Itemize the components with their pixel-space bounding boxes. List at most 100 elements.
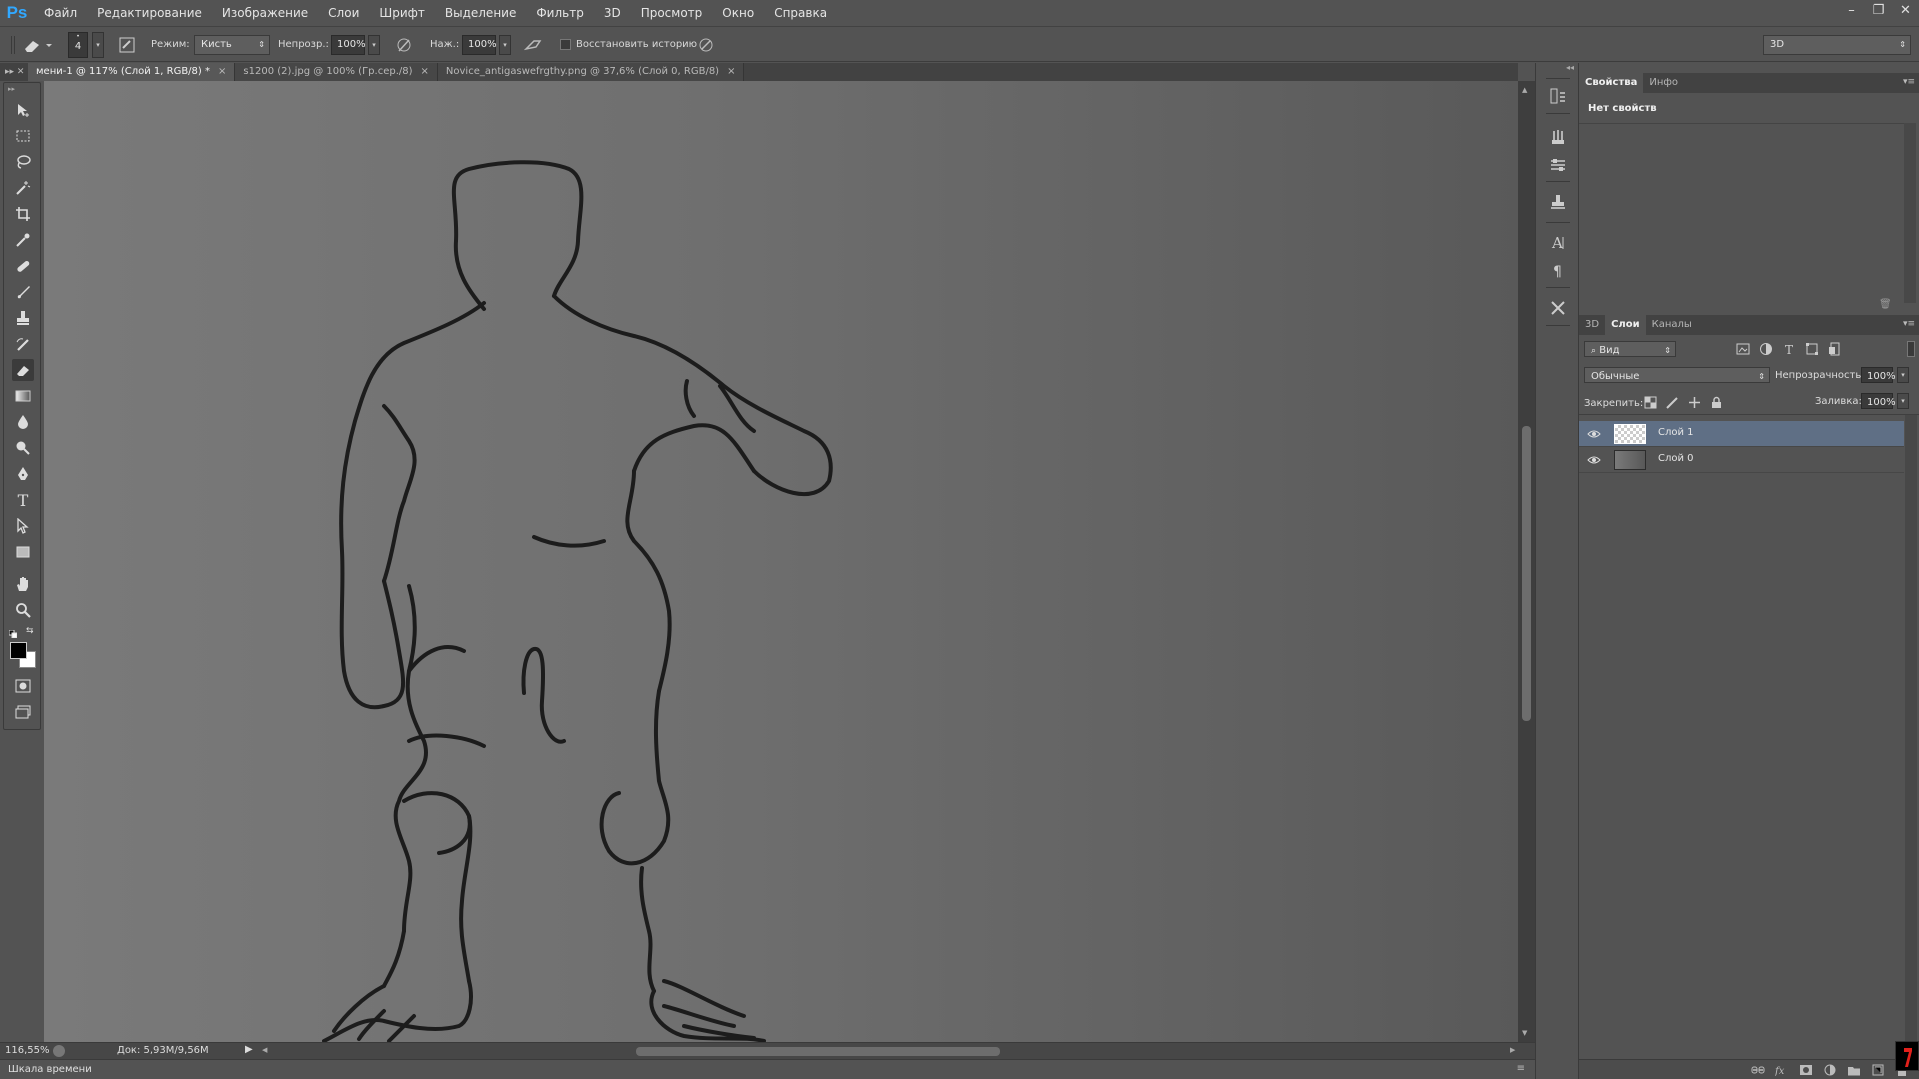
opacity-dropdown[interactable]: ▾: [368, 35, 380, 55]
close-icon[interactable]: ×: [218, 66, 226, 77]
workspace-select[interactable]: 3D ⇕: [1763, 35, 1911, 55]
dodge-tool[interactable]: [12, 437, 34, 459]
blend-mode-select[interactable]: Обычные ⇕: [1584, 367, 1770, 383]
brush-panel-button[interactable]: [1547, 154, 1569, 176]
magic-wand-tool[interactable]: [12, 177, 34, 199]
restore-button[interactable]: ❐: [1865, 0, 1892, 24]
trash-icon[interactable]: 🗑: [1879, 299, 1892, 310]
layers-scrollbar[interactable]: [1905, 415, 1917, 1060]
status-menu-arrow[interactable]: ▶: [245, 1044, 253, 1055]
vertical-scrollbar[interactable]: ▲ ▼: [1518, 81, 1535, 1042]
tabbar-collapse-arrows[interactable]: ▸▸ ✕: [0, 63, 28, 81]
fill-input[interactable]: 100%: [1861, 393, 1896, 409]
scroll-right-arrow[interactable]: ▶: [1510, 1046, 1515, 1054]
toolbox-collapse-arrows[interactable]: ▸▸: [8, 85, 15, 93]
tool-presets-button[interactable]: [1547, 297, 1569, 319]
fill-dropdown[interactable]: ▾: [1897, 393, 1909, 409]
restore-history-checkbox[interactable]: [560, 39, 571, 50]
new-layer-icon[interactable]: [1871, 1064, 1885, 1076]
crop-tool[interactable]: [12, 203, 34, 225]
paragraph-panel-button[interactable]: ¶: [1547, 259, 1569, 281]
panel-menu-icon[interactable]: ▾≡: [1903, 77, 1915, 87]
menu-layers[interactable]: Слои: [318, 0, 369, 26]
hand-tool[interactable]: [12, 573, 34, 595]
menu-file[interactable]: Файл: [34, 0, 87, 26]
layer-filter-select[interactable]: ⌕ Вид ⇕: [1584, 341, 1676, 357]
path-selection-tool[interactable]: [12, 515, 34, 537]
pressure-input[interactable]: 100%: [462, 35, 497, 55]
lock-transparency-icon[interactable]: [1644, 396, 1657, 409]
document-canvas[interactable]: [44, 81, 1518, 1042]
menu-type[interactable]: Шрифт: [369, 0, 435, 26]
foreground-color-swatch[interactable]: [10, 642, 27, 659]
close-icon[interactable]: ×: [727, 66, 735, 77]
healing-brush-tool[interactable]: [12, 255, 34, 277]
adjustment-filter-icon[interactable]: [1759, 342, 1773, 356]
close-window-button[interactable]: ✕: [1892, 0, 1919, 24]
opacity-input[interactable]: 100%: [331, 35, 366, 55]
default-colors-icon[interactable]: [8, 628, 18, 639]
vertical-scroll-thumb[interactable]: [1522, 426, 1531, 721]
brush-panel-icon[interactable]: [117, 35, 137, 55]
history-brush-tool[interactable]: [12, 333, 34, 355]
lock-pixels-brush-icon[interactable]: [1666, 396, 1679, 409]
menu-window[interactable]: Окно: [712, 0, 764, 26]
panel-menu-icon[interactable]: ≡: [1517, 1063, 1525, 1074]
tab-properties[interactable]: Свойства: [1579, 73, 1644, 93]
layer-row[interactable]: Слой 0: [1579, 447, 1904, 473]
brush-size-field[interactable]: • 4: [68, 32, 88, 58]
type-tool[interactable]: T: [12, 489, 34, 511]
marquee-tool[interactable]: [12, 125, 34, 147]
eraser-tool[interactable]: [12, 359, 34, 381]
brush-presets-button[interactable]: [1547, 126, 1569, 148]
layer-opacity-input[interactable]: 100%: [1861, 367, 1896, 383]
tab-3d[interactable]: 3D: [1579, 315, 1605, 335]
tab-document-3[interactable]: Novice_antigaswefrgthy.png @ 37,6% (Слой…: [437, 63, 745, 81]
filter-toggle-switch[interactable]: [1907, 341, 1915, 357]
brush-tool[interactable]: [12, 281, 34, 303]
menu-view[interactable]: Просмотр: [631, 0, 713, 26]
character-panel-button[interactable]: A: [1547, 231, 1569, 253]
share-icon[interactable]: [53, 1045, 65, 1057]
horizontal-scroll-thumb[interactable]: [636, 1047, 1000, 1056]
layer-opacity-dropdown[interactable]: ▾: [1897, 367, 1909, 383]
airbrush-icon[interactable]: [524, 35, 544, 55]
menu-help[interactable]: Справка: [764, 0, 837, 26]
scroll-down-arrow[interactable]: ▼: [1522, 1029, 1527, 1037]
menu-3d[interactable]: 3D: [594, 0, 631, 26]
timeline-tab[interactable]: Шкала времени: [8, 1064, 92, 1075]
type-filter-icon[interactable]: T: [1782, 342, 1796, 356]
eye-icon[interactable]: [1587, 428, 1601, 440]
zoom-level[interactable]: 116,55%: [5, 1045, 50, 1056]
history-panel-button[interactable]: [1547, 85, 1569, 107]
rectangle-tool[interactable]: [12, 541, 34, 563]
lasso-tool[interactable]: [12, 151, 34, 173]
pixel-filter-icon[interactable]: [1736, 342, 1750, 356]
airbrush-pressure-icon[interactable]: [394, 35, 414, 55]
shape-filter-icon[interactable]: [1805, 342, 1819, 356]
fx-icon[interactable]: fx: [1775, 1064, 1789, 1076]
smart-object-filter-icon[interactable]: [1828, 342, 1842, 356]
layer-name[interactable]: Слой 0: [1658, 453, 1694, 464]
menu-filter[interactable]: Фильтр: [526, 0, 593, 26]
eyedropper-tool[interactable]: [12, 229, 34, 251]
swap-colors-icon[interactable]: ⇆: [26, 626, 34, 636]
gradient-tool[interactable]: [12, 385, 34, 407]
pen-tool[interactable]: [12, 463, 34, 485]
mode-select[interactable]: Кисть ⇕: [194, 35, 270, 55]
adjustment-layer-icon[interactable]: [1823, 1064, 1837, 1076]
properties-scrollbar[interactable]: [1904, 123, 1916, 303]
layer-name[interactable]: Слой 1: [1658, 427, 1694, 438]
menu-select[interactable]: Выделение: [435, 0, 526, 26]
tool-preset-picker[interactable]: [20, 35, 54, 55]
panel-menu-icon[interactable]: ▾≡: [1903, 319, 1915, 329]
screen-mode-button[interactable]: [12, 701, 34, 723]
pressure-dropdown[interactable]: ▾: [499, 35, 511, 55]
lock-all-icon[interactable]: [1710, 396, 1723, 409]
scroll-left-arrow[interactable]: ◀: [262, 1046, 267, 1054]
brush-preset-dropdown[interactable]: ▾: [92, 32, 104, 58]
menu-edit[interactable]: Редактирование: [87, 0, 212, 26]
menu-image[interactable]: Изображение: [212, 0, 318, 26]
eye-icon[interactable]: [1587, 454, 1601, 466]
folder-icon[interactable]: [1847, 1064, 1861, 1076]
